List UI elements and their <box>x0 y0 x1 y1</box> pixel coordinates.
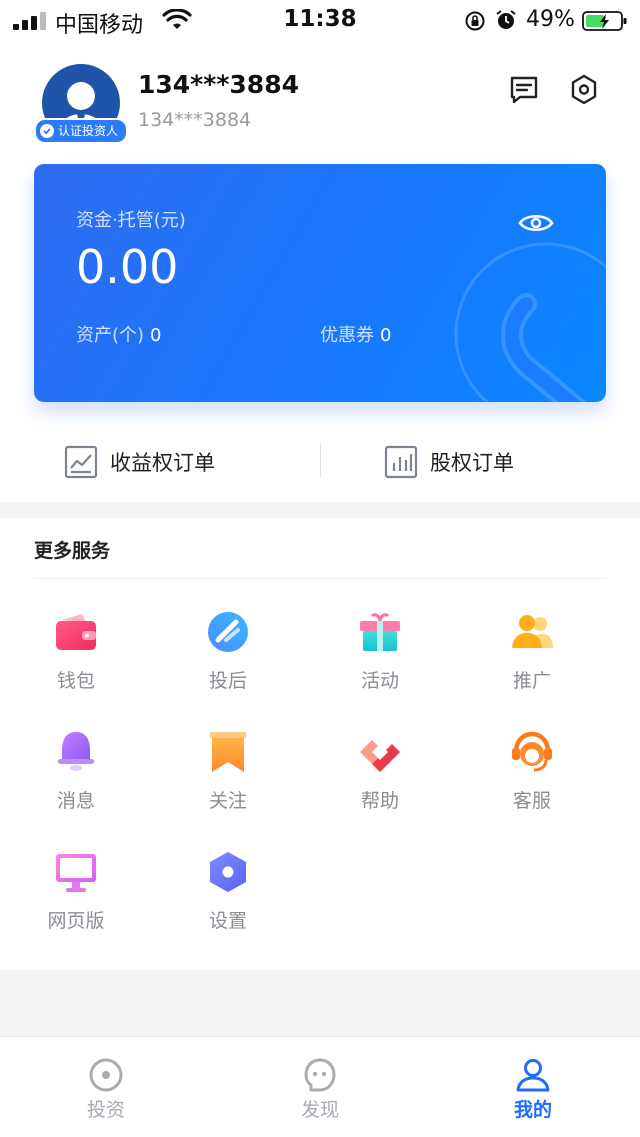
order-divider <box>320 444 321 478</box>
more-services: 更多服务 钱包 投后 活动 推广 消息 关注 帮助 客服 网页版 设置 <box>0 518 640 970</box>
tab-discover[interactable]: 发现 <box>260 1057 380 1122</box>
rotation-lock-icon <box>465 11 485 31</box>
service-label: 推广 <box>512 670 551 692</box>
service-promote[interactable]: 推广 <box>482 610 582 720</box>
discover-icon <box>304 1058 336 1092</box>
monitor-icon <box>56 854 96 892</box>
line-chart-icon <box>64 445 98 479</box>
balance-amount: 0.00 <box>76 240 179 294</box>
bell-icon <box>58 732 94 771</box>
eye-icon[interactable] <box>518 208 554 238</box>
bottom-tab-bar: 投资 发现 我的 <box>0 1036 640 1137</box>
service-help[interactable]: 帮助 <box>330 730 430 840</box>
user-name: 134***3884 <box>138 70 299 99</box>
coupon-stat[interactable]: 优惠券 0 <box>320 321 391 347</box>
card-decoration <box>454 242 606 402</box>
tab-label: 投资 <box>86 1099 125 1121</box>
promote-icon <box>512 615 553 648</box>
service-messages[interactable]: 消息 <box>26 730 126 840</box>
status-bar: 中国移动 11:38 49% <box>0 0 640 42</box>
settings-icon[interactable] <box>568 73 600 107</box>
settings-hex-icon <box>210 852 246 892</box>
service-label: 设置 <box>208 910 247 932</box>
services-title: 更多服务 <box>34 540 111 562</box>
service-activity[interactable]: 活动 <box>330 610 430 720</box>
headset-icon <box>512 731 552 772</box>
service-label: 活动 <box>360 670 399 692</box>
income-order-link[interactable]: 收益权订单 <box>64 442 215 482</box>
balance-card[interactable]: 资金·托管(元) 0.00 资产(个) 0 优惠券 0 <box>34 164 606 402</box>
services-divider <box>34 578 606 579</box>
verified-investor-badge: 认证投资人 <box>34 118 129 144</box>
income-order-label: 收益权订单 <box>110 451 215 475</box>
service-label: 网页版 <box>47 910 105 932</box>
equity-order-label: 股权订单 <box>430 451 514 475</box>
post-investment-icon <box>208 612 248 652</box>
profile-section: 认证投资人 134***3884 134***3884 资金·托管(元) 0.0… <box>0 42 640 502</box>
coupon-label: 优惠券 <box>320 325 374 346</box>
service-label: 帮助 <box>360 790 399 812</box>
gift-icon <box>360 613 400 651</box>
bar-chart-icon <box>384 445 418 479</box>
alarm-icon <box>496 10 516 29</box>
help-icon <box>360 740 400 772</box>
assets-label: 资产(个) <box>76 325 145 346</box>
service-label: 消息 <box>56 790 95 812</box>
wallet-icon <box>56 614 96 650</box>
battery-icon <box>582 11 627 31</box>
service-post-investment[interactable]: 投后 <box>178 610 278 720</box>
user-phone: 134***3884 <box>138 109 252 131</box>
tab-invest[interactable]: 投资 <box>46 1057 166 1122</box>
person-icon <box>516 1059 550 1092</box>
service-customer-service[interactable]: 客服 <box>482 730 582 840</box>
coupon-value: 0 <box>380 325 392 346</box>
balance-label: 资金·托管(元) <box>76 210 186 231</box>
service-wallet[interactable]: 钱包 <box>26 610 126 720</box>
service-label: 关注 <box>208 790 247 812</box>
service-label: 钱包 <box>56 670 95 692</box>
compass-icon <box>89 1058 123 1092</box>
bookmark-icon <box>210 732 246 772</box>
assets-stat[interactable]: 资产(个) 0 <box>76 321 162 347</box>
message-icon[interactable] <box>508 74 540 106</box>
assets-value: 0 <box>150 325 162 346</box>
service-web-version[interactable]: 网页版 <box>26 850 126 960</box>
service-settings[interactable]: 设置 <box>178 850 278 960</box>
badge-label: 认证投资人 <box>58 124 119 138</box>
service-label: 客服 <box>512 790 551 812</box>
battery-percentage: 49% <box>526 7 575 32</box>
tab-mine[interactable]: 我的 <box>473 1057 593 1122</box>
tab-label: 发现 <box>300 1099 339 1121</box>
service-label: 投后 <box>208 670 247 692</box>
tab-label: 我的 <box>513 1099 552 1121</box>
equity-order-link[interactable]: 股权订单 <box>384 442 514 482</box>
order-links: 收益权订单 股权订单 <box>0 422 640 498</box>
check-icon <box>40 124 54 138</box>
service-follow[interactable]: 关注 <box>178 730 278 840</box>
